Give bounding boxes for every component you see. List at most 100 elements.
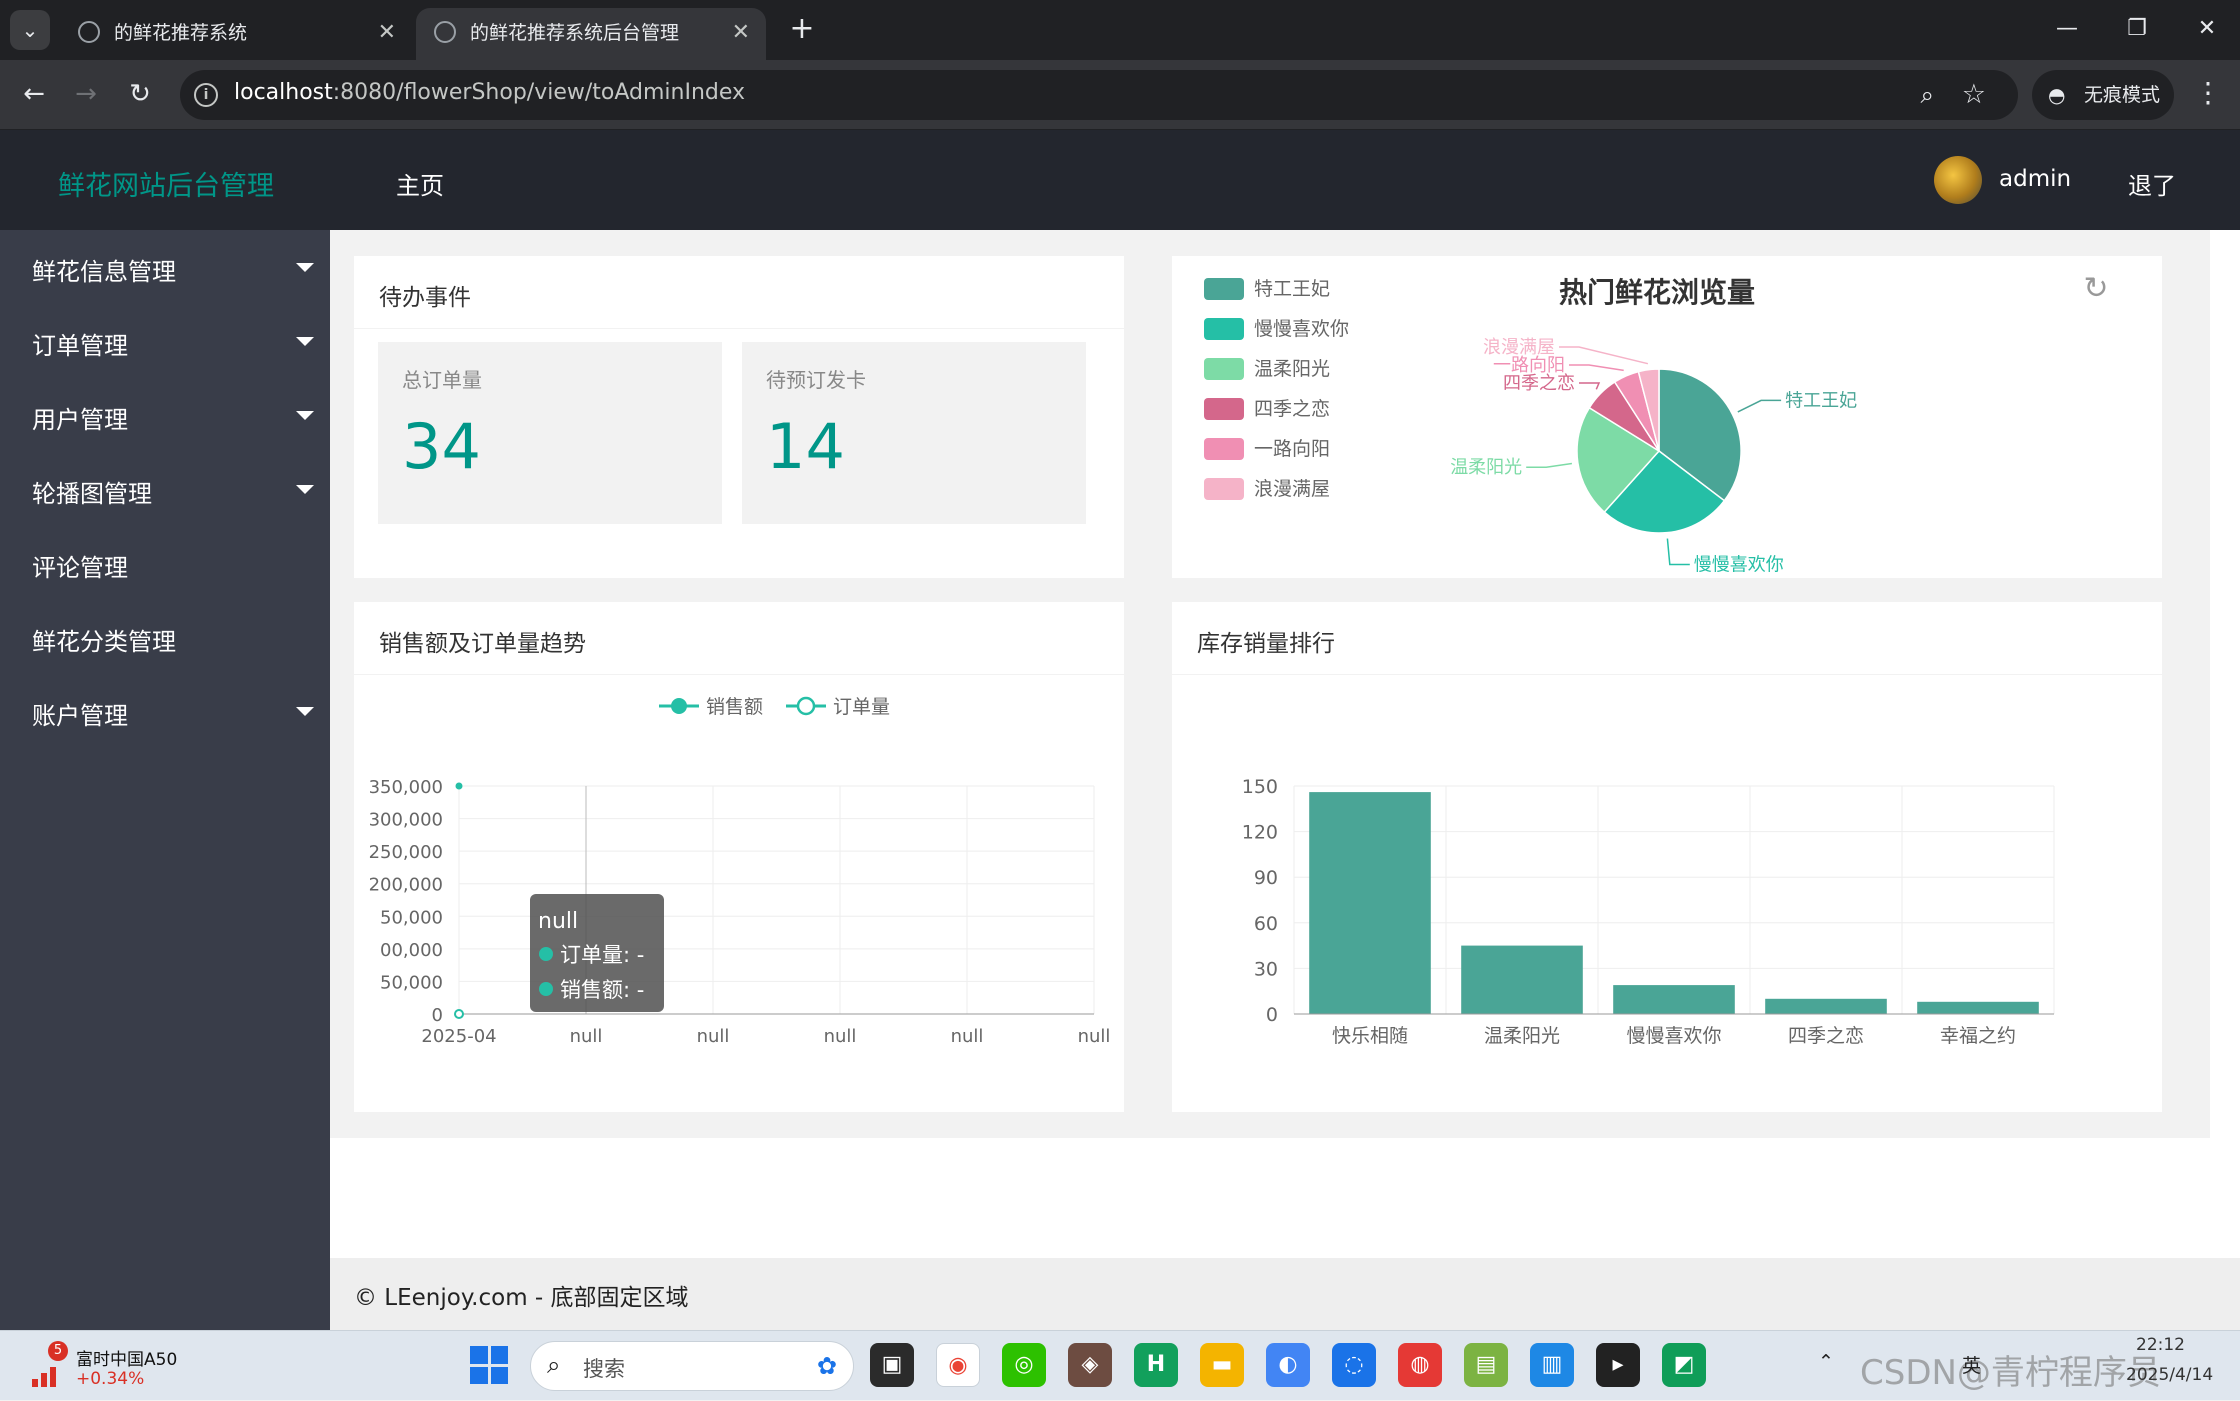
hbuilder-icon[interactable]: H [1134, 1343, 1178, 1387]
caret-down-icon [296, 707, 314, 716]
legend-swatch [1204, 318, 1244, 340]
tab-title: 的鲜花推荐系统 [114, 22, 248, 44]
app-icon-7[interactable]: ◐ [1266, 1343, 1310, 1387]
search-highlight-icon: ✿ [816, 1352, 837, 1380]
image-app-icon[interactable]: ▤ [1464, 1343, 1508, 1387]
tab-search-button[interactable]: ⌄ [10, 10, 50, 50]
legend-swatch [1204, 438, 1244, 460]
taskbar-search[interactable]: ⌕ 搜索 ✿ [530, 1341, 854, 1391]
chart-title: 热门鲜花浏览量 [1559, 276, 1755, 309]
popular-flowers-card: 特工王妃 慢慢喜欢你 温柔阳光 四季之恋 一路向阳 浪漫满屋 热门鲜花浏览量 ↻ 特工王妃 慢慢喜… [1172, 256, 2162, 578]
x-tick-label: 2025-04 [421, 1026, 496, 1047]
sidebar-item-users[interactable]: 用户管理 [0, 378, 330, 452]
legend-swatch [1204, 278, 1244, 300]
pie-label-line [1737, 399, 1782, 413]
stat-total-orders[interactable]: 总订单量 34 [378, 342, 722, 524]
stat-pending-orders[interactable]: 待预订发卡 14 [742, 342, 1086, 524]
sidebar: 鲜花信息管理 订单管理 用户管理 轮播图管理 评论管理 鲜花分类管理 账户管理 [0, 230, 330, 1330]
back-button[interactable]: ← [14, 74, 54, 114]
stock-chart-icon [32, 1367, 56, 1387]
chat-app-icon[interactable]: ◌ [1332, 1343, 1376, 1387]
incognito-label: 无痕模式 [2084, 84, 2161, 106]
tooltip-row: 订单量: - [560, 943, 644, 967]
legend-swatch [1204, 358, 1244, 380]
game-app-icon[interactable]: ◈ [1068, 1343, 1112, 1387]
sidebar-item-account[interactable]: 账户管理 [0, 674, 330, 748]
stock-widget[interactable]: 5 富时中国A50 +0.34% [28, 1341, 198, 1391]
bar [1613, 985, 1735, 1014]
x-tick-label: null [1078, 1026, 1111, 1047]
windows-start-icon[interactable] [470, 1346, 508, 1384]
user-name[interactable]: admin [1999, 166, 2071, 192]
site-info-icon[interactable]: i [194, 83, 218, 107]
avatar[interactable] [1934, 156, 1982, 204]
task-view-icon[interactable]: ▣ [870, 1343, 914, 1387]
app-icon-13[interactable]: ◩ [1662, 1343, 1706, 1387]
chrome-icon[interactable]: ◉ [936, 1343, 980, 1387]
browser-tab-active[interactable]: 的鲜花推荐系统后台管理 ✕ [416, 8, 766, 60]
logout-link[interactable]: 退了 [2128, 166, 2176, 201]
data-point [454, 1009, 464, 1019]
sidebar-item-orders[interactable]: 订单管理 [0, 304, 330, 378]
pie-label-line [1569, 364, 1624, 372]
y-tick-label: 50,000 [380, 907, 443, 928]
footer-text: © LEenjoy.com - 底部固定区域 [354, 1285, 689, 1311]
tooltip-title: null [538, 909, 578, 934]
file-explorer-icon[interactable]: ▬ [1200, 1343, 1244, 1387]
brand-logo[interactable]: 鲜花网站后台管理 [58, 164, 274, 203]
os-taskbar: 5 富时中国A50 +0.34% ⌕ 搜索 ✿ ▣ ◉ ◎ ◈ H ▬ ◐ ◌ … [0, 1330, 2240, 1400]
clock-date[interactable]: 2025/4/14 [2126, 1365, 2213, 1385]
url-text[interactable]: localhost:8080/flowerShop/view/toAdminIn… [234, 80, 745, 105]
legend-label: 订单量 [833, 696, 890, 718]
tray-expand-icon[interactable]: ⌃ [1818, 1351, 1834, 1373]
input-language[interactable]: 英 [1962, 1351, 1981, 1378]
sidebar-item-categories[interactable]: 鲜花分类管理 [0, 600, 330, 674]
tooltip-marker [539, 947, 553, 961]
bar [1765, 998, 1887, 1014]
legend-label: 慢慢喜欢你 [1254, 318, 1349, 340]
bookmark-star-icon[interactable]: ☆ [1962, 79, 1986, 110]
restore-window-button[interactable]: ❐ [2104, 0, 2170, 60]
stat-value: 34 [402, 410, 481, 483]
pie-label-line [1666, 538, 1690, 566]
close-tab-icon[interactable]: ✕ [732, 10, 750, 56]
y-tick-label: 30 [1254, 958, 1278, 980]
x-tick-label: null [951, 1026, 984, 1047]
incognito-icon: ◓ [2048, 83, 2066, 107]
sidebar-item-carousel[interactable]: 轮播图管理 [0, 452, 330, 526]
y-tick-label: 350,000 [369, 777, 443, 798]
y-tick-label: 200,000 [369, 875, 443, 896]
zoom-icon[interactable]: ⌕ [1921, 81, 1934, 109]
notepad-icon[interactable]: ▥ [1530, 1343, 1574, 1387]
footer: © LEenjoy.com - 底部固定区域 [330, 1258, 2240, 1330]
wechat-icon[interactable]: ◎ [1002, 1343, 1046, 1387]
address-bar[interactable]: i localhost:8080/flowerShop/view/toAdmin… [180, 70, 2018, 120]
stat-label: 待预订发卡 [766, 368, 866, 392]
pie-label-line [1579, 382, 1601, 390]
sidebar-item-flower-info[interactable]: 鲜花信息管理 [0, 230, 330, 304]
nav-home-link[interactable]: 主页 [396, 166, 444, 201]
clock-time[interactable]: 22:12 [2136, 1335, 2185, 1355]
x-tick-label: 温柔阳光 [1484, 1025, 1560, 1047]
pie-label-line [1559, 346, 1649, 365]
legend-swatch [1204, 478, 1244, 500]
minimize-window-button[interactable]: — [2034, 0, 2100, 60]
todo-card: 待办事件 总订单量 34 待预订发卡 14 [354, 256, 1124, 578]
pie-slice-label: 特工王妃 [1785, 390, 1857, 411]
close-window-button[interactable]: ✕ [2174, 0, 2240, 60]
main-content-empty [330, 1138, 2240, 1258]
new-tab-button[interactable]: + [782, 10, 822, 50]
terminal-icon[interactable]: ▸ [1596, 1343, 1640, 1387]
reload-button[interactable]: ↻ [120, 74, 160, 114]
incognito-badge[interactable]: ◓ 无痕模式 [2032, 70, 2174, 120]
pie-label-line [1526, 462, 1573, 468]
close-tab-icon[interactable]: ✕ [378, 10, 396, 56]
card-title: 待办事件 [379, 285, 471, 311]
browser-tab-inactive[interactable]: 的鲜花推荐系统 ✕ [60, 8, 412, 60]
browser-menu-icon[interactable]: ⋮ [2192, 73, 2224, 113]
sidebar-item-comments[interactable]: 评论管理 [0, 526, 330, 600]
forward-button[interactable]: → [66, 74, 106, 114]
app-icon-9[interactable]: ◍ [1398, 1343, 1442, 1387]
caret-down-icon [296, 263, 314, 272]
sidebar-item-label: 用户管理 [32, 406, 128, 434]
